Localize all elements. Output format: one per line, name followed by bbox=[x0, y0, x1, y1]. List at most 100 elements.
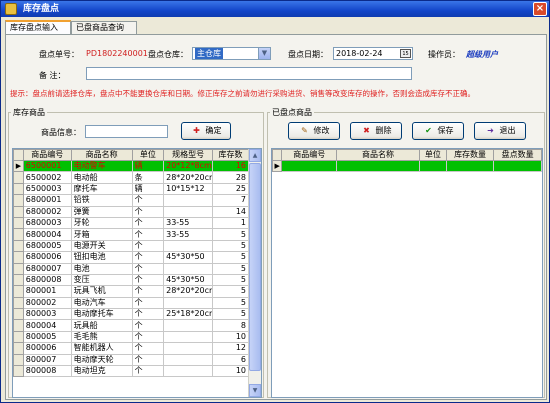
table-cell[interactable]: 45*30*50 bbox=[163, 251, 214, 264]
exit-button[interactable]: ➜ 退出 bbox=[474, 122, 526, 140]
table-cell[interactable] bbox=[493, 159, 542, 173]
table-cell[interactable]: 电动摩托车 bbox=[70, 308, 133, 321]
table-cell[interactable] bbox=[163, 330, 214, 344]
table-cell[interactable]: 5 bbox=[212, 228, 249, 241]
table-cell[interactable]: 电动船 bbox=[70, 171, 133, 184]
table-cell[interactable] bbox=[163, 365, 214, 378]
table-cell[interactable]: 电动汽车 bbox=[70, 296, 133, 310]
table-row[interactable]: 6800008 变压个 45*30*50 5 bbox=[13, 273, 249, 287]
table-cell[interactable]: 10 bbox=[212, 330, 249, 344]
table-cell[interactable]: 6500001 bbox=[22, 159, 72, 173]
date-input[interactable]: 2018-02-24 15 bbox=[333, 47, 413, 60]
table-cell[interactable]: 个 bbox=[131, 296, 165, 310]
table-cell[interactable]: 5 bbox=[212, 251, 249, 264]
table-cell[interactable] bbox=[163, 194, 214, 207]
table-cell[interactable] bbox=[445, 159, 495, 173]
chevron-down-icon[interactable]: ▼ bbox=[258, 48, 270, 59]
table-cell[interactable]: 6800003 bbox=[22, 216, 72, 230]
table-cell[interactable]: 6800007 bbox=[22, 262, 72, 275]
table-row[interactable]: 6800005 电源开关个 5 bbox=[13, 239, 249, 253]
table-cell[interactable]: 电动警车 bbox=[70, 159, 133, 173]
table-cell[interactable]: 6500002 bbox=[22, 171, 72, 184]
edit-button[interactable]: ✎ 修改 bbox=[288, 122, 340, 140]
table-row[interactable]: 800003 电动摩托车个 25*18*20cm 5 bbox=[13, 308, 249, 321]
tab-stocktake-input[interactable]: 库存盘点输入 bbox=[5, 20, 71, 34]
table-cell[interactable] bbox=[163, 262, 214, 275]
table-cell[interactable]: 6800008 bbox=[22, 273, 72, 287]
table-row[interactable]: 800004 玩具船个 8 bbox=[13, 319, 249, 332]
scroll-thumb[interactable] bbox=[249, 163, 261, 371]
remark-input[interactable] bbox=[86, 67, 412, 80]
col-header[interactable]: 商品编号 bbox=[22, 149, 72, 161]
table-cell[interactable]: 6800006 bbox=[22, 251, 72, 264]
save-button[interactable]: ✔ 保存 bbox=[412, 122, 464, 140]
col-header[interactable]: 商品名称 bbox=[70, 149, 133, 161]
table-cell[interactable]: 毛毛熊 bbox=[70, 330, 133, 344]
table-row[interactable]: 800002 电动汽车个 5 bbox=[13, 296, 249, 310]
table-cell[interactable]: 10*15*12 bbox=[163, 182, 214, 196]
table-cell[interactable]: 6800005 bbox=[22, 239, 72, 253]
table-row[interactable]: 6800003 牙轮个 33-55 1 bbox=[13, 216, 249, 230]
table-cell[interactable]: 25 bbox=[212, 182, 249, 196]
table-cell[interactable] bbox=[163, 205, 214, 218]
table-cell[interactable] bbox=[418, 159, 447, 173]
table-cell[interactable]: 玩具船 bbox=[70, 319, 133, 332]
table-cell[interactable]: 14 bbox=[212, 205, 249, 218]
table-cell[interactable] bbox=[163, 342, 214, 355]
table-row[interactable]: 6800004 牙箱个 33-55 5 bbox=[13, 228, 249, 241]
tab-counted-query[interactable]: 已盘商品查询 bbox=[71, 21, 137, 34]
table-row[interactable]: 6800001 铅铁个 7 bbox=[13, 194, 249, 207]
table-cell[interactable]: 7 bbox=[212, 194, 249, 207]
table-cell[interactable]: 牙箱 bbox=[70, 228, 133, 241]
table-row[interactable]: 6800002 弹簧个 14 bbox=[13, 205, 249, 218]
table-cell[interactable]: 28*20*20cm bbox=[163, 285, 214, 298]
table-row[interactable]: 6500003 摩托车辆 10*15*12 25 bbox=[13, 182, 249, 196]
col-header[interactable]: 规格型号 bbox=[163, 149, 214, 161]
table-cell[interactable]: 个 bbox=[131, 194, 165, 207]
warehouse-select[interactable]: 主仓库 ▼ bbox=[192, 47, 271, 60]
table-cell[interactable]: 45*30*50 bbox=[163, 273, 214, 287]
col-header[interactable]: 单位 bbox=[418, 149, 447, 161]
table-cell[interactable]: 个 bbox=[131, 365, 165, 378]
table-cell[interactable]: 12 bbox=[212, 342, 249, 355]
table-cell[interactable]: 25*18*20cm bbox=[163, 308, 214, 321]
table-cell[interactable]: 辆 bbox=[131, 182, 165, 196]
table-cell[interactable]: 20*12*8cm bbox=[163, 159, 214, 173]
table-cell[interactable]: 个 bbox=[131, 342, 165, 355]
table-cell[interactable]: 电动坦克 bbox=[70, 365, 133, 378]
inventory-grid[interactable]: 商品编号 商品名称 单位 规格型号 库存数 ▶ 6500001 电动警车辆 20*12… bbox=[12, 148, 262, 398]
table-cell[interactable]: 铅铁 bbox=[70, 194, 133, 207]
table-cell[interactable]: 16 bbox=[212, 159, 249, 173]
table-cell[interactable]: 33-55 bbox=[163, 216, 214, 230]
table-row[interactable]: 800001 玩具飞机个 28*20*20cm 5 bbox=[13, 285, 249, 298]
table-cell[interactable] bbox=[163, 296, 214, 310]
table-cell[interactable]: 5 bbox=[212, 308, 249, 321]
counted-grid[interactable]: 商品编号 商品名称 单位 库存数量 盘点数量 ▶ bbox=[271, 148, 543, 398]
table-cell[interactable]: 800002 bbox=[22, 296, 72, 310]
table-cell[interactable]: 800001 bbox=[22, 285, 72, 298]
table-cell[interactable]: 33-55 bbox=[163, 228, 214, 241]
table-cell[interactable]: 玩具飞机 bbox=[70, 285, 133, 298]
col-header[interactable]: 库存数量 bbox=[445, 149, 495, 161]
calendar-icon[interactable]: 15 bbox=[400, 49, 411, 58]
col-header[interactable]: 单位 bbox=[131, 149, 165, 161]
title-bar[interactable]: 库存盘点 × bbox=[1, 1, 549, 17]
table-cell[interactable]: 个 bbox=[131, 319, 165, 332]
table-cell[interactable]: 10 bbox=[212, 365, 249, 378]
col-header[interactable]: 商品名称 bbox=[336, 149, 420, 161]
table-cell[interactable]: 变压 bbox=[70, 273, 133, 287]
table-cell[interactable]: 6800004 bbox=[22, 228, 72, 241]
table-cell[interactable]: 个 bbox=[131, 262, 165, 275]
table-cell[interactable] bbox=[163, 353, 214, 367]
close-button[interactable]: × bbox=[533, 2, 547, 16]
table-cell[interactable]: 个 bbox=[131, 308, 165, 321]
table-cell[interactable]: 6800002 bbox=[22, 205, 72, 218]
table-cell[interactable]: 个 bbox=[131, 330, 165, 344]
table-cell[interactable] bbox=[281, 159, 338, 173]
table-cell[interactable]: 5 bbox=[212, 239, 249, 253]
table-cell[interactable]: 电动摩天轮 bbox=[70, 353, 133, 367]
table-cell[interactable]: 个 bbox=[131, 273, 165, 287]
table-cell[interactable]: 5 bbox=[212, 296, 249, 310]
delete-button[interactable]: ✖ 删除 bbox=[350, 122, 402, 140]
table-cell[interactable]: 28*20*20cm bbox=[163, 171, 214, 184]
